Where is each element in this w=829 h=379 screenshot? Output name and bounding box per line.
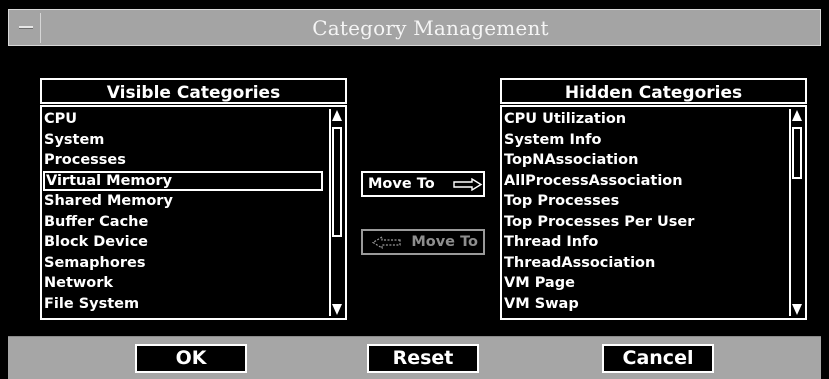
move-to-label: Move To [368,176,435,192]
list-item[interactable]: System [42,130,327,151]
reset-button[interactable]: Reset [367,344,479,373]
list-item[interactable]: System Info [502,130,787,151]
list-item[interactable]: Thread Info [502,232,787,253]
arrow-left-icon [371,236,401,249]
hidden-categories-header: Hidden Categories [500,78,807,104]
list-item[interactable]: Shared Memory [42,191,327,212]
list-item[interactable]: Top Processes Per User [502,212,787,233]
list-item[interactable]: VM Page [502,273,787,294]
list-item[interactable]: CPU [42,109,327,130]
category-management-dialog: Category Management Visible Categories C… [0,0,829,379]
list-item[interactable]: VM Swap [502,294,787,315]
scroll-thumb[interactable] [332,127,342,237]
button-bar: OK Reset Cancel [8,337,821,379]
visible-categories-list[interactable]: CPU System Processes Virtual Memory Shar… [40,105,347,320]
ok-button[interactable]: OK [135,344,247,373]
scroll-down-arrow-icon[interactable] [331,302,343,316]
list-item-selected[interactable]: Virtual Memory [43,170,323,191]
scroll-down-arrow-icon[interactable] [791,302,803,316]
scroll-thumb[interactable] [792,127,802,179]
title-bar: Category Management [8,9,821,46]
cancel-button[interactable]: Cancel [602,344,714,373]
list-item[interactable]: Network [42,273,327,294]
move-to-hidden-button[interactable]: Move To [361,171,485,197]
hidden-list-scrollbar[interactable] [789,109,803,316]
list-item[interactable]: Buffer Cache [42,212,327,233]
scroll-up-arrow-icon[interactable] [331,109,343,123]
arrow-right-icon [453,178,483,191]
list-item[interactable]: AllProcessAssociation [502,171,787,192]
list-item[interactable]: File System [42,294,327,315]
scroll-up-arrow-icon[interactable] [791,109,803,123]
list-item[interactable]: Block Device [42,232,327,253]
list-item[interactable]: ThreadAssociation [502,253,787,274]
list-item[interactable]: Processes [42,150,327,171]
list-item[interactable]: Semaphores [42,253,327,274]
list-item[interactable]: Top Processes [502,191,787,212]
window-title: Category Management [312,16,549,40]
visible-categories-header: Visible Categories [40,78,347,104]
list-item[interactable]: CPU Utilization [502,109,787,130]
window-menu-button[interactable] [11,13,41,43]
visible-list-scrollbar[interactable] [329,109,343,316]
move-to-label: Move To [411,234,478,250]
list-item[interactable]: TopNAssociation [502,150,787,171]
move-to-visible-button[interactable]: Move To [361,229,485,255]
hidden-categories-list[interactable]: CPU Utilization System Info TopNAssociat… [500,105,807,320]
window-menu-icon [19,26,33,28]
